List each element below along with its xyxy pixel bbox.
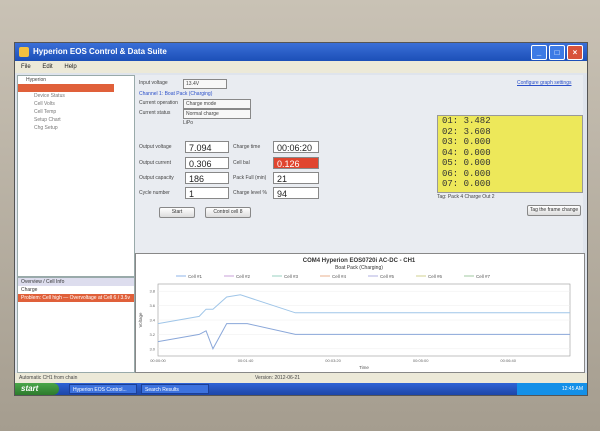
navigation-tree: Hyperion Device Status Cell Volts Cell T… (17, 75, 135, 277)
title-bar: Hyperion EOS Control & Data Suite _ □ × (15, 43, 587, 61)
y-tick-label: 3.6 (149, 303, 155, 308)
x-axis-label: Time (359, 365, 369, 370)
start-button[interactable]: Start (159, 207, 195, 218)
output-capacity-label: Output capacity (139, 175, 174, 181)
event-log-panel: Overview / Cell Info Charge Problem: Cel… (17, 277, 135, 373)
status-left: Automatic CH1 from chain (19, 375, 78, 381)
cells-footer: Tag: Pack 4 Charge Out 2 (437, 194, 495, 200)
legend-label: Cell #6 (428, 274, 443, 279)
output-current-label: Output current (139, 160, 171, 166)
legend-label: Cell #7 (476, 274, 491, 279)
menu-help[interactable]: Help (64, 64, 76, 70)
chart-title: COM4 Hyperion EOS0720i AC-DC - CH1 (303, 258, 416, 264)
tree-item-selected[interactable] (18, 84, 114, 92)
status-bar: Automatic CH1 from chain Version: 2012-0… (15, 373, 587, 383)
pack-full-value: 21 (273, 172, 319, 184)
charge-level-label: Charge level % (233, 190, 267, 196)
output-voltage-label: Output voltage (139, 144, 172, 150)
chart-svg: COM4 Hyperion EOS0720i AC-DC - CH1Boat P… (138, 258, 571, 370)
maximize-button[interactable]: □ (549, 45, 565, 60)
tree-item-device-status[interactable]: Device Status (18, 92, 134, 100)
charge-level-value: 94 (273, 187, 319, 199)
y-axis-label: Voltage (138, 312, 143, 328)
cell-row: 07: 0.000 (442, 179, 491, 189)
cell-row: 01: 3.482 (442, 116, 491, 126)
y-tick-label: 3.2 (149, 332, 155, 337)
cycle-number-value: 1 (185, 187, 229, 199)
event-log-error-item[interactable]: Problem: Cell high — Overvoltage at Cell… (18, 294, 134, 302)
minimize-button[interactable]: _ (531, 45, 547, 60)
screen: Hyperion EOS Control & Data Suite _ □ × … (14, 42, 588, 396)
input-voltage-value: 13.4V (183, 79, 227, 89)
output-current-value: 0.306 (185, 157, 229, 169)
y-tick-label: 3.8 (149, 289, 155, 294)
legend-label: Cell #2 (236, 274, 251, 279)
legend-label: Cell #3 (284, 274, 299, 279)
tag-frame-button[interactable]: Tag the frame change (527, 205, 581, 216)
window-title: Hyperion EOS Control & Data Suite (33, 47, 167, 56)
menu-edit[interactable]: Edit (42, 64, 52, 70)
cell-balance-value: 0.126 (273, 157, 319, 169)
tree-root[interactable]: Hyperion (18, 76, 134, 84)
cell-row: 03: 0.000 (442, 137, 491, 147)
cell-row: 04: 0.000 (442, 147, 491, 158)
charge-time-value: 00:06:20 (273, 141, 319, 153)
legend-label: Cell #1 (188, 274, 203, 279)
chemistry-value: LiPo (183, 120, 194, 126)
clock: 12:45 AM (561, 386, 583, 392)
current-status-label: Current status (139, 110, 171, 116)
system-tray: 12:45 AM (517, 383, 587, 395)
cell-row: 05: 0.000 (442, 158, 491, 168)
cycle-number-label: Cycle number (139, 190, 170, 196)
x-tick-label: 00:03:20 (325, 358, 341, 363)
cell-row: 06: 0.000 (442, 168, 491, 179)
channel-label: Channel 1: Boat Pack (Charging) (139, 91, 213, 97)
x-tick-label: 00:00:00 (150, 358, 166, 363)
current-operation-label: Current operation (139, 100, 178, 106)
pack-full-label: Pack Full (min) (233, 175, 267, 181)
cell-row: 02: 3.608 (442, 126, 491, 137)
current-status-value: Normal charge (183, 109, 251, 119)
status-version: Version: 2012-06-21 (255, 375, 301, 381)
configure-graph-link[interactable]: Configure graph settings (517, 80, 571, 86)
menu-file[interactable]: File (21, 64, 31, 70)
tree-item-cell-temp[interactable]: Cell Temp (18, 108, 134, 116)
cell-voltages-panel: 01: 3.482 02: 3.608 03: 0.000 04: 0.000 … (437, 115, 583, 193)
output-voltage-value: 7.094 (185, 141, 229, 153)
legend-label: Cell #4 (332, 274, 347, 279)
event-log-header: Overview / Cell Info (18, 278, 134, 286)
x-tick-label: 00:01:40 (238, 358, 254, 363)
charge-time-label: Charge time (233, 144, 261, 150)
voltage-chart: COM4 Hyperion EOS0720i AC-DC - CH1 Boat P… (135, 253, 585, 373)
y-tick-label: 3.4 (149, 318, 155, 323)
taskbar-item-hyperion[interactable]: Hyperion EOS Control... (69, 384, 137, 394)
tree-item-cell-volts[interactable]: Cell Volts (18, 100, 134, 108)
chart-subtitle: Boat Pack (Charging) (335, 265, 383, 271)
taskbar: start Hyperion EOS Control... Search Res… (15, 383, 587, 395)
current-operation-value: Charge mode (183, 99, 251, 109)
control-cell-button[interactable]: Control cell 8 (205, 207, 251, 218)
x-tick-label: 00:06:40 (500, 358, 516, 363)
start-button-os[interactable]: start (15, 383, 59, 395)
event-log-item[interactable]: Charge (18, 286, 134, 294)
output-capacity-value: 186 (185, 172, 229, 184)
menu-bar: File Edit Help (15, 61, 587, 73)
y-tick-label: 3.0 (149, 346, 155, 351)
x-tick-label: 00:05:00 (413, 358, 429, 363)
taskbar-item-search[interactable]: Search Results (141, 384, 209, 394)
input-voltage-label: Input voltage (139, 80, 168, 86)
cell-balance-label: Cell bal (233, 160, 250, 166)
tree-item-chg-setup[interactable]: Chg Setup (18, 124, 134, 132)
legend-label: Cell #5 (380, 274, 395, 279)
app-icon (19, 47, 29, 57)
close-button[interactable]: × (567, 45, 583, 60)
tree-item-setup-chart[interactable]: Setup Chart (18, 116, 134, 124)
